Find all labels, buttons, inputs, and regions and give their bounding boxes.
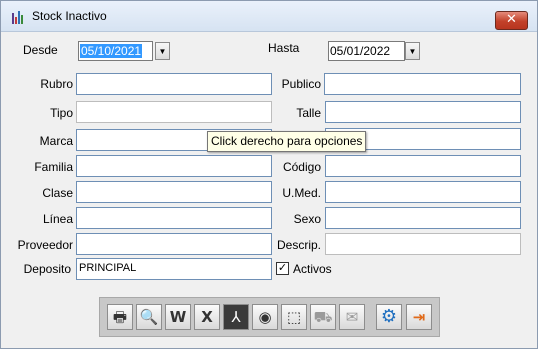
activos-label: Activos [293,262,332,276]
stock-inactivo-window: Stock Inactivo ✕ Desde 05/10/2021 ▼ Hast… [0,0,538,349]
desde-label: Desde [23,43,58,57]
hasta-date-value: 05/01/2022 [330,44,391,58]
close-button[interactable]: ✕ [495,11,528,30]
familia-input[interactable] [76,155,272,177]
title-bar: Stock Inactivo ✕ [1,1,537,32]
pdf-icon[interactable]: ⅄ [223,304,249,330]
proveedor-label: Proveedor [17,238,73,252]
cart-icon[interactable]: ⛟ [310,304,336,330]
exit-door-icon[interactable]: ⇥ [406,304,432,330]
settings-gear-icon[interactable]: ⚙ [376,304,402,330]
hasta-label: Hasta [268,41,300,55]
window-title: Stock Inactivo [32,9,107,23]
desde-date-value: 05/10/2021 [80,44,143,58]
tipo-label: Tipo [50,106,73,120]
excel-icon[interactable]: X [194,304,220,330]
attach-icon[interactable]: ◉ [252,304,278,330]
publico-input[interactable] [324,73,521,95]
activos-checkbox[interactable]: ✓ [276,262,289,275]
descrip-input[interactable] [325,233,521,255]
talle-label: Talle [296,106,321,120]
sexo-label: Sexo [293,212,321,226]
codigo-label: Código [282,160,321,174]
marca-label: Marca [39,134,73,148]
action-toolbar: 🖶 🔍 W X ⅄ ◉ ⬚ ⛟ ✉ ⚙ ⇥ [99,297,440,337]
linea-input[interactable] [76,207,272,229]
preview-icon[interactable]: 🔍 [136,304,162,330]
word-icon[interactable]: W [165,304,191,330]
codigo-input[interactable] [325,155,521,177]
deposito-label: Deposito [23,262,71,276]
hasta-dropdown-icon[interactable]: ▼ [405,42,420,60]
rubro-input[interactable] [76,73,272,95]
familia-label: Familia [34,160,73,174]
linea-label: Línea [42,212,73,226]
sexo-input[interactable] [325,207,521,229]
umed-label: U.Med. [282,186,321,200]
descrip-label: Descrip. [276,238,321,252]
mail-icon[interactable]: ✉ [339,304,365,330]
hasta-date-input[interactable]: 05/01/2022 [328,41,405,61]
chart-icon[interactable]: ⬚ [281,304,307,330]
tooltip: Click derecho para opciones [207,131,367,152]
rubro-label: Rubro [40,77,73,91]
bar-chart-app-icon [12,11,26,24]
clase-label: Clase [42,186,73,200]
umed-input[interactable] [325,181,521,203]
desde-dropdown-icon[interactable]: ▼ [155,42,170,60]
clase-input[interactable] [76,181,272,203]
proveedor-input[interactable] [76,233,272,255]
printer-icon[interactable]: 🖶 [107,304,133,330]
publico-label: Publico [281,77,321,91]
desde-date-input[interactable]: 05/10/2021 [78,41,153,61]
talle-input[interactable] [325,101,521,123]
deposito-input[interactable]: PRINCIPAL [76,258,272,280]
tipo-input[interactable] [76,101,272,123]
